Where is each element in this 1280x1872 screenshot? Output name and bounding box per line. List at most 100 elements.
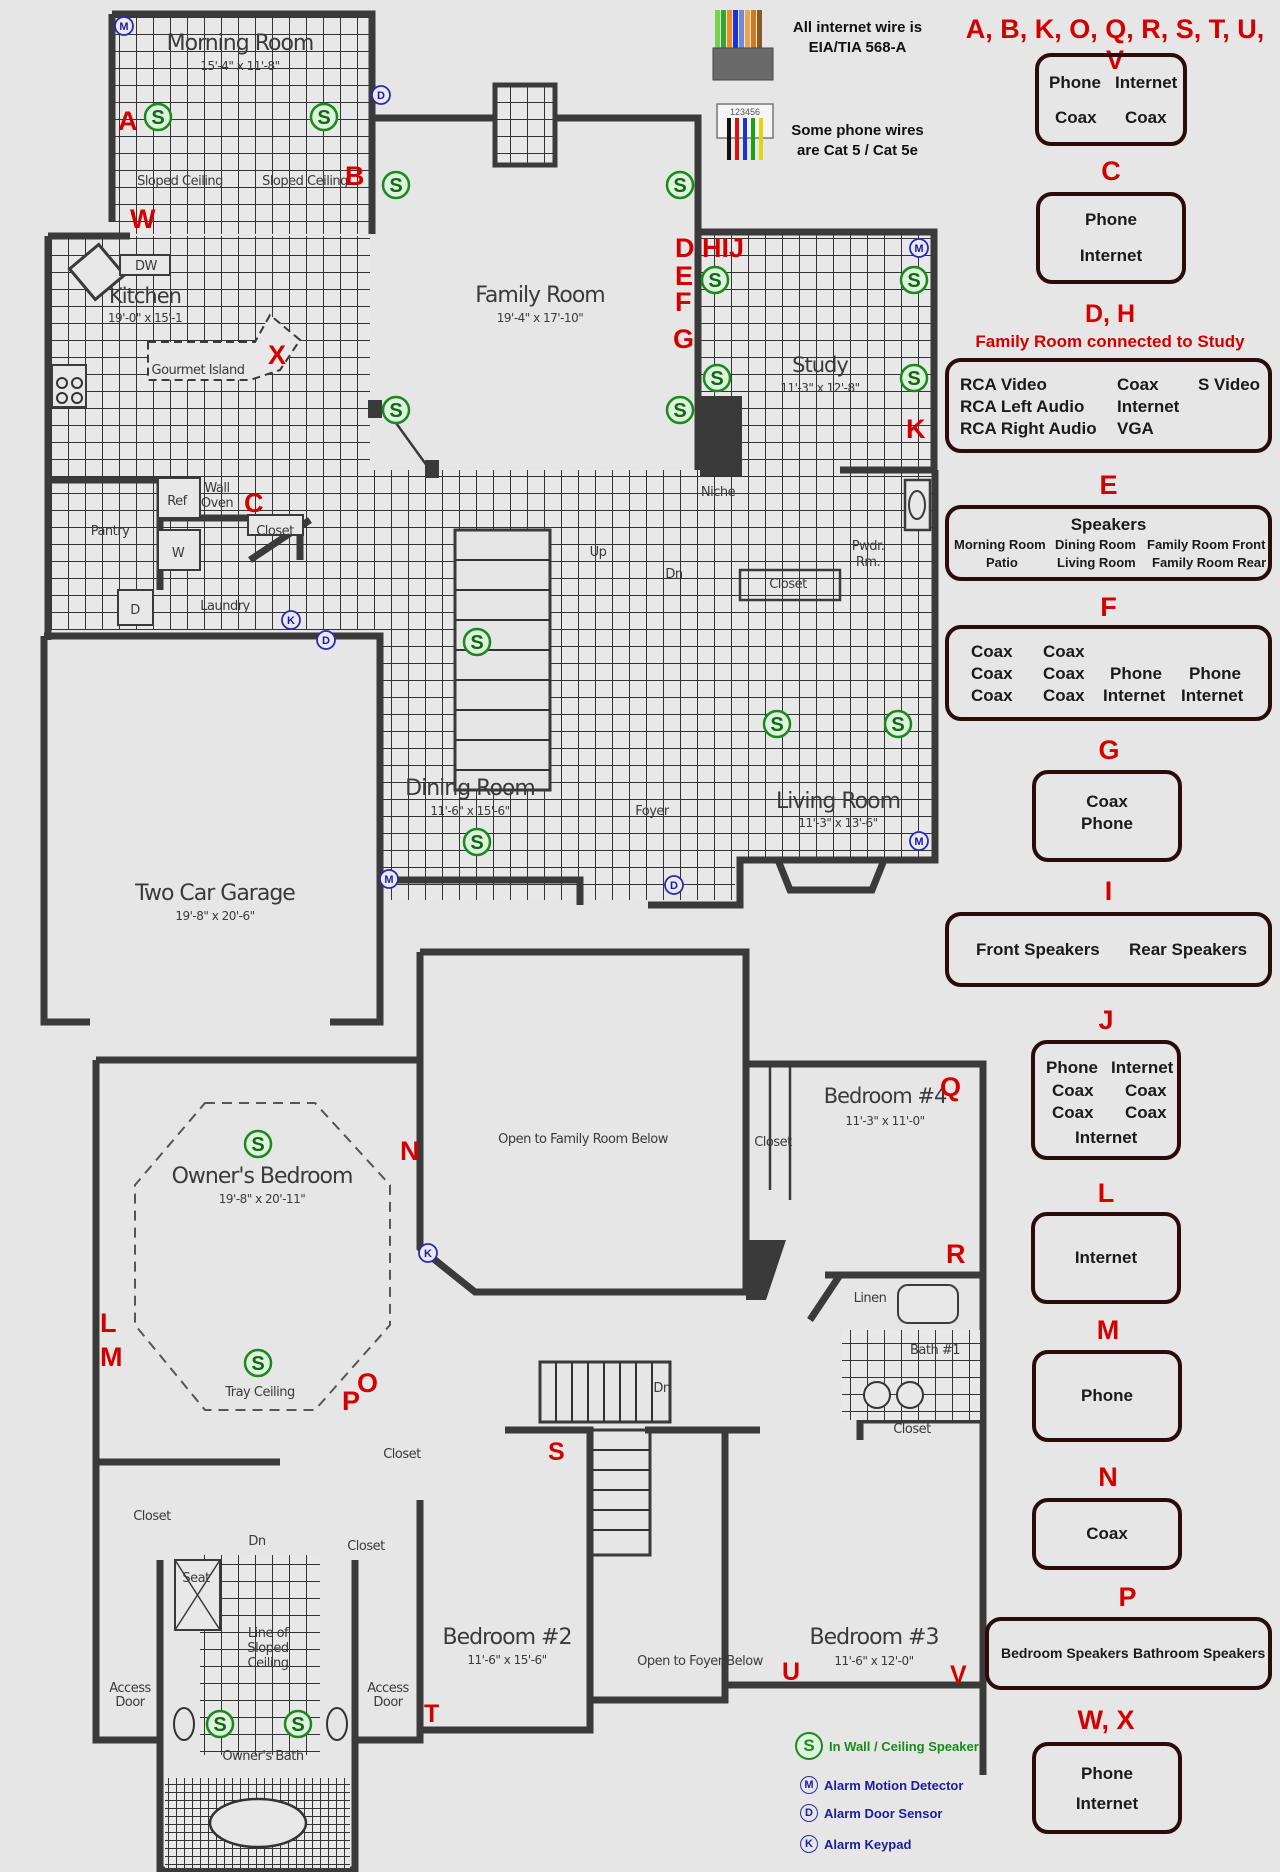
label-d: D — [130, 603, 140, 618]
door-sensor-icon[interactable]: D — [316, 630, 336, 650]
speaker-icon[interactable]: S — [665, 170, 695, 200]
speaker-icon[interactable]: S — [762, 709, 792, 739]
door-sensor-icon[interactable]: D — [371, 85, 391, 105]
jack-box-abk[interactable]: Phone Internet Coax Coax — [1035, 53, 1187, 146]
loc-k[interactable]: K — [906, 414, 926, 444]
note-line: Some phone wires — [791, 122, 924, 139]
jack-box-l[interactable]: Internet — [1031, 1212, 1181, 1304]
note-line: EIA/TIA 568-A — [808, 39, 907, 56]
loc-a[interactable]: A — [118, 106, 138, 136]
loc-s[interactable]: S — [548, 1438, 565, 1466]
door-sensor-icon[interactable]: D — [664, 875, 684, 895]
group-header: P — [1118, 1582, 1137, 1612]
svg-text:K: K — [287, 615, 295, 627]
speaker-icon[interactable]: S — [462, 827, 492, 857]
speaker-icon[interactable]: S — [702, 363, 732, 393]
speaker-icon[interactable]: S — [700, 265, 730, 295]
group-header: I — [1104, 876, 1113, 906]
jack-box-m[interactable]: Phone — [1032, 1350, 1182, 1442]
loc-f[interactable]: F — [675, 287, 692, 317]
speaker-icon[interactable]: S — [381, 395, 411, 425]
loc-v[interactable]: V — [950, 1661, 967, 1689]
bedroom-speakers: Bedroom Speakers — [1001, 1645, 1129, 1661]
speaker-icon[interactable]: S — [665, 395, 695, 425]
jack-coax: Coax — [1086, 792, 1128, 811]
keypad-icon[interactable]: K — [418, 1243, 438, 1263]
owners-bedroom-walls — [92, 1056, 424, 1466]
jack-box-f[interactable]: Coax Coax Coax Coax Phone Phone Coax Coa… — [945, 625, 1272, 721]
jack-box-p[interactable]: Bedroom Speakers Bathroom Speakers — [985, 1617, 1272, 1690]
jack-box-wx[interactable]: Phone Internet — [1032, 1742, 1182, 1834]
loc-x[interactable]: X — [268, 340, 286, 370]
jack-box-e[interactable]: Speakers Morning Room Dining Room Family… — [945, 505, 1272, 581]
label-closet-first: Closet — [769, 577, 807, 592]
speaker-icon[interactable]: S — [899, 363, 929, 393]
label-dn-second: Dn — [653, 1381, 671, 1396]
loc-p[interactable]: P — [342, 1386, 360, 1416]
speaker-icon[interactable]: S — [283, 1709, 313, 1739]
motion-detector-icon[interactable]: M — [379, 869, 399, 889]
legend-keypad: K Alarm Keypad — [800, 1835, 911, 1853]
group-header: L — [1097, 1178, 1115, 1208]
svg-text:S: S — [213, 1714, 226, 1736]
loc-o[interactable]: O — [357, 1368, 378, 1398]
label-foyer: Foyer — [635, 804, 670, 819]
loc-t[interactable]: T — [424, 1700, 439, 1728]
loc-b[interactable]: B — [345, 161, 365, 191]
jack-coax: Coax — [1125, 108, 1167, 127]
loc-r[interactable]: R — [946, 1239, 966, 1269]
jack-phone: Phone — [1189, 664, 1241, 683]
loc-m[interactable]: M — [100, 1342, 123, 1372]
svg-text:S: S — [673, 175, 686, 197]
loc-c[interactable]: C — [244, 488, 264, 518]
jack-box-j[interactable]: Phone Internet Coax Coax Coax Coax Inter… — [1031, 1040, 1181, 1160]
keypad-icon[interactable]: K — [281, 610, 301, 630]
label-bath1: Bath #1 — [910, 1343, 960, 1358]
speaker-icon[interactable]: S — [205, 1709, 235, 1739]
loc-g[interactable]: G — [673, 324, 694, 354]
jack-box-g[interactable]: Coax Phone — [1032, 770, 1182, 862]
room-bedroom4: Bedroom #4 — [824, 1084, 947, 1108]
loc-u[interactable]: U — [782, 1658, 800, 1686]
svg-text:S: S — [470, 832, 483, 854]
jack-box-dh[interactable]: RCA Video Coax S Video RCA Left Audio In… — [945, 358, 1272, 453]
svg-text:S: S — [317, 107, 330, 129]
label-dn-owner: Dn — [248, 1534, 266, 1549]
jack-internet: Internet — [1075, 1794, 1139, 1813]
speaker-icon[interactable]: S — [243, 1129, 273, 1159]
speaker-icon[interactable]: S — [883, 709, 913, 739]
speaker-zone: Patio — [986, 555, 1018, 570]
legend-speaker: S In Wall / Ceiling Speaker — [795, 1732, 979, 1760]
jack-box-c[interactable]: Phone Internet — [1036, 192, 1186, 284]
svg-text:S: S — [291, 1714, 304, 1736]
room-bedroom2: Bedroom #2 — [443, 1625, 572, 1650]
label-tray-ceiling: Tray Ceiling — [224, 1385, 295, 1400]
loc-l[interactable]: L — [100, 1308, 117, 1338]
motion-detector-icon[interactable]: M — [909, 831, 929, 851]
speaker-zone: Morning Room — [954, 537, 1046, 552]
jack-box-i[interactable]: Front Speakers Rear Speakers — [945, 912, 1272, 987]
first-floor — [40, 10, 939, 1026]
legend-label: Alarm Keypad — [824, 1836, 912, 1852]
loc-n[interactable]: N — [400, 1136, 420, 1166]
loc-q[interactable]: Q — [940, 1072, 961, 1102]
jack-phone: Phone — [1081, 1764, 1133, 1783]
svg-text:K: K — [424, 1248, 432, 1260]
loc-w[interactable]: W — [130, 204, 156, 234]
speaker-icon[interactable]: S — [462, 627, 492, 657]
loc-dhij[interactable]: D HIJ — [675, 233, 744, 263]
jack-phone: Phone — [1110, 664, 1162, 683]
motion-detector-icon[interactable]: M — [114, 16, 134, 36]
label-owners-bath: Owner's Bath — [222, 1749, 303, 1764]
speaker-icon[interactable]: S — [381, 170, 411, 200]
stair-first — [453, 528, 552, 792]
jack-phone: Phone — [1049, 73, 1101, 92]
speaker-icon[interactable]: S — [309, 102, 339, 132]
jack-box-n[interactable]: Coax — [1032, 1498, 1182, 1570]
speaker-icon[interactable]: S — [243, 1348, 273, 1378]
motion-detector-icon[interactable]: M — [909, 238, 929, 258]
speaker-icon[interactable]: S — [143, 102, 173, 132]
dim-bedroom4: 11'-3" x 11'-0" — [845, 1114, 924, 1128]
speaker-icon[interactable]: S — [899, 265, 929, 295]
jack-coax: Coax — [971, 642, 1013, 661]
